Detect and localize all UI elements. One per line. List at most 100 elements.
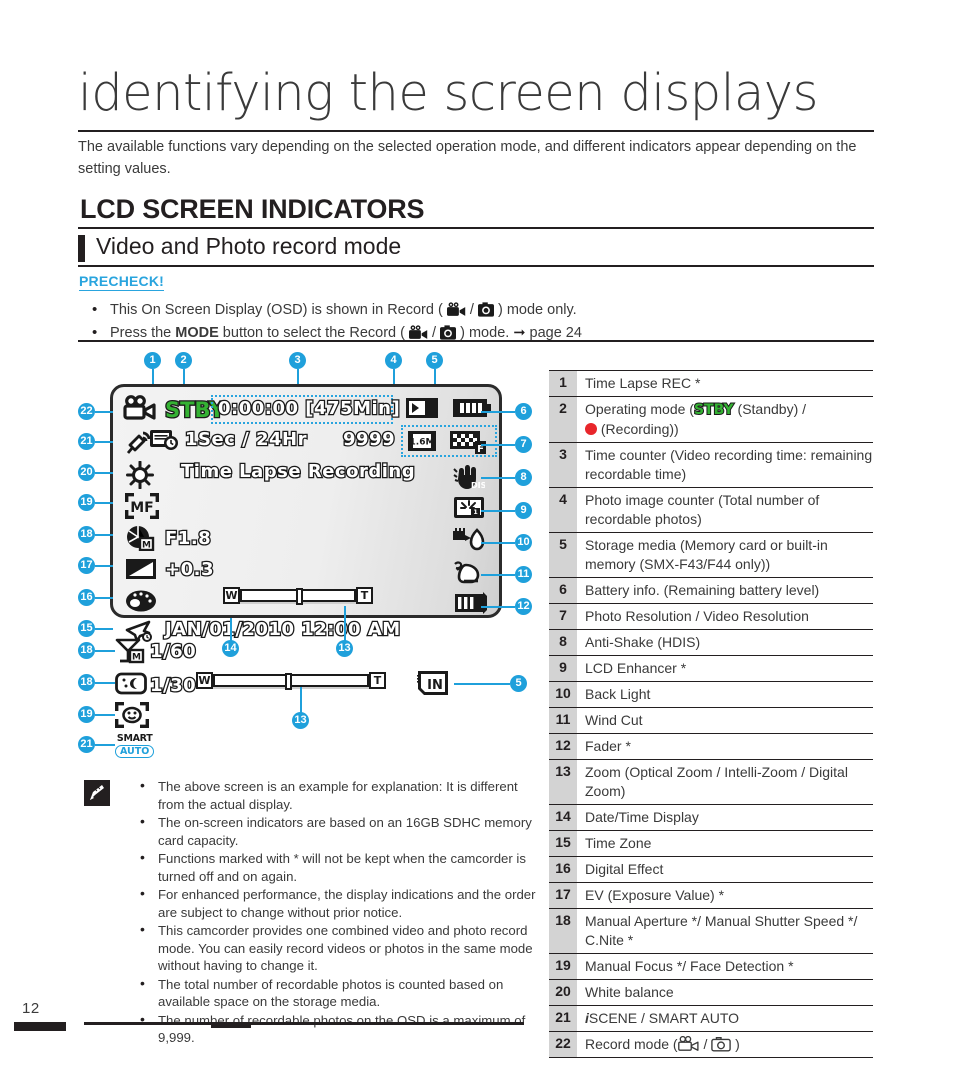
precheck-item-2-c: /	[432, 325, 441, 341]
table-row: 11 Wind Cut	[549, 708, 873, 734]
timelapse-label: Time Lapse Recording	[180, 460, 416, 484]
shutter-speed-value: 1/60	[149, 640, 197, 664]
back-light-icon	[453, 528, 485, 551]
face-detection-icon	[115, 702, 149, 728]
intro-paragraph: The available functions vary depending o…	[78, 139, 857, 178]
ev-icon	[126, 559, 156, 579]
page-title: identifying the screen displays	[78, 64, 818, 123]
row-number: 21	[549, 1006, 577, 1031]
precheck-item-1-b: /	[469, 302, 478, 318]
callout-18-cnite: 18	[78, 674, 95, 691]
table-row: 7 Photo Resolution / Video Resolution	[549, 604, 873, 630]
row-number: 6	[549, 578, 577, 603]
row-text: Manual Focus */ Face Detection *	[585, 958, 794, 974]
zoom-track-2[interactable]	[213, 673, 369, 690]
battery-icon	[453, 399, 491, 417]
table-row: 8 Anti-Shake (HDIS)	[549, 630, 873, 656]
table-row: 6 Battery info. (Remaining battery level…	[549, 578, 873, 604]
row-text-iscene: iSCENE / SMART AUTO	[577, 1006, 873, 1031]
row-number: 4	[549, 488, 577, 532]
callout-4: 4	[385, 352, 402, 369]
iscene-rest: SCENE / SMART AUTO	[588, 1010, 740, 1026]
callout-14: 14	[222, 640, 239, 657]
table-row: 20 White balance	[549, 980, 873, 1006]
callout-22: 22	[78, 403, 95, 420]
iscene-icon	[126, 431, 151, 454]
camcorder-icon	[123, 395, 156, 420]
leader-20	[95, 472, 113, 474]
row-number: 15	[549, 831, 577, 856]
leader-17	[95, 565, 113, 567]
manual-focus-icon: MF	[125, 493, 159, 519]
row-text: Fader *	[585, 738, 631, 754]
precheck-divider	[78, 340, 874, 342]
page-tab-marker-secondary	[211, 1024, 251, 1028]
stby-badge: STBY	[693, 401, 735, 419]
note-item: The above screen is an example for expla…	[140, 777, 539, 813]
table-row: 10 Back Light	[549, 682, 873, 708]
zoom-bar-2[interactable]: W T	[196, 672, 386, 690]
table-row: 19 Manual Focus */ Face Detection *	[549, 954, 873, 980]
photo-resolution-icon: 1.6M	[408, 431, 436, 451]
callout-19-face: 19	[78, 706, 95, 723]
digital-effect-palette-icon	[126, 590, 156, 612]
leader-7	[481, 444, 515, 446]
section-heading: LCD SCREEN INDICATORS	[80, 194, 425, 224]
table-row: 4 Photo image counter (Total number of r…	[549, 488, 873, 533]
row-text: Wind Cut	[585, 712, 643, 728]
table-row: 16 Digital Effect	[549, 857, 873, 883]
row-number: 14	[549, 805, 577, 830]
row22-suffix: )	[731, 1036, 740, 1052]
table-row: 21 iSCENE / SMART AUTO	[549, 1006, 873, 1032]
leader-10	[481, 542, 515, 544]
row-text: Battery info. (Remaining battery level)	[585, 582, 820, 598]
table-row: 22 Record mode ( / )	[549, 1032, 873, 1058]
indicator-table: 1 Time Lapse REC * 2 Operating mode (STB…	[549, 370, 873, 1058]
precheck-item-2-d: ) mode.	[460, 325, 514, 341]
aperture-value: F1.8	[164, 527, 212, 551]
lcd-diagram: 1 2 3 4 5 STBY 0:00:00 [475Min] 1Sec / 2…	[78, 352, 538, 772]
svg-text:1.6M: 1.6M	[410, 438, 435, 448]
note-item: The number of recordable photos on the O…	[140, 1011, 539, 1047]
manual-shutter-icon: M	[115, 638, 145, 664]
table-row: 12 Fader *	[549, 734, 873, 760]
wind-cut-icon	[454, 561, 480, 584]
zoom-bar[interactable]: W T	[223, 587, 373, 605]
zoom-t-cap: T	[356, 587, 373, 604]
zoom-w-cap: W	[223, 587, 240, 604]
precheck-item-2-b: button to select the Record (	[218, 325, 405, 341]
row-number: 1	[549, 371, 577, 396]
row-text: Manual Aperture */ Manual Shutter Speed …	[585, 913, 858, 948]
table-row: 5 Storage media (Memory card or built-in…	[549, 533, 873, 578]
row-text: Photo image counter (Total number of rec…	[585, 492, 820, 527]
row-number: 12	[549, 734, 577, 759]
photo-camera-icon	[711, 1036, 732, 1052]
leader-12	[481, 606, 515, 608]
leader-9	[481, 510, 515, 512]
callout-13-zoom2: 13	[292, 712, 309, 729]
row-number: 22	[549, 1032, 577, 1057]
row-number: 18	[549, 909, 577, 953]
row-text: Digital Effect	[585, 861, 664, 877]
photo-counter: 9999	[342, 428, 396, 452]
row-number: 16	[549, 857, 577, 882]
svg-text:MF: MF	[130, 500, 154, 516]
zoom-thumb-2[interactable]	[284, 673, 292, 690]
callout-21: 21	[78, 433, 95, 450]
callout-8: 8	[515, 469, 532, 486]
notes-divider	[84, 1022, 524, 1025]
row-text: Time counter (Video recording time: rema…	[585, 447, 873, 482]
callout-6: 6	[515, 403, 532, 420]
leader-15	[95, 628, 113, 630]
callout-5-in: 5	[510, 675, 527, 692]
leader-14	[230, 618, 232, 642]
svg-text:DIS: DIS	[471, 481, 485, 490]
zoom-track[interactable]	[240, 588, 356, 605]
row-text: Storage media (Memory card or built-in m…	[585, 537, 828, 572]
leader-6	[481, 411, 515, 413]
zoom-thumb[interactable]	[295, 588, 303, 605]
memory-card-icon	[406, 398, 438, 418]
precheck-item-2-a: Press the	[110, 325, 176, 341]
row-number: 17	[549, 883, 577, 908]
callout-20: 20	[78, 464, 95, 481]
